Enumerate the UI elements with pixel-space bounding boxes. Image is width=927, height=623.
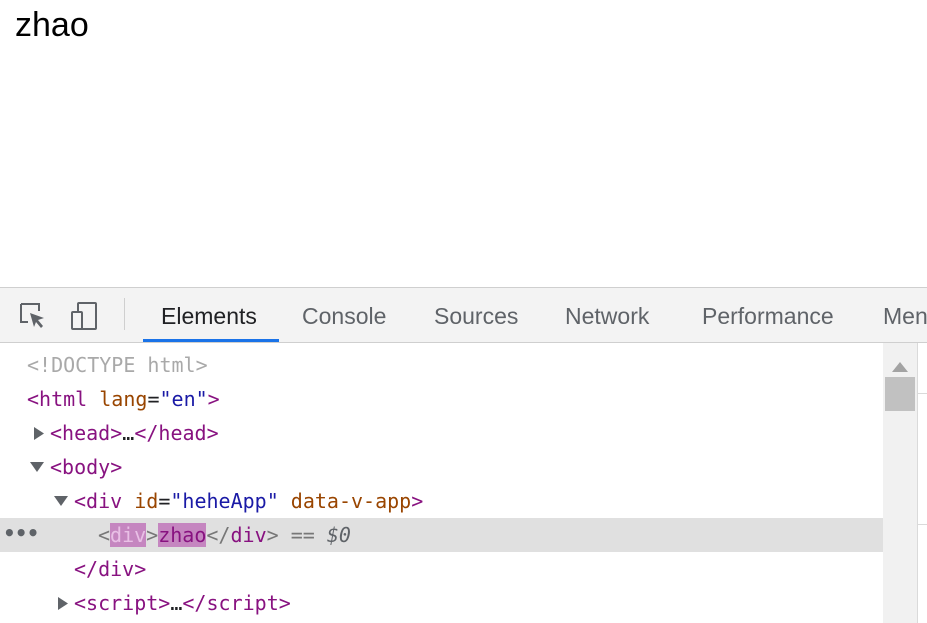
tab-network[interactable]: Network [565, 288, 649, 342]
scroll-up-arrow-icon[interactable] [892, 357, 908, 372]
tab-elements[interactable]: Elements [161, 288, 257, 342]
dom-node-selected[interactable]: ••• <div>zhao</div> == $0 [0, 518, 883, 552]
page-content-text: zhao [15, 6, 89, 44]
dom-node-head[interactable]: <head>…</head> [0, 416, 883, 450]
divider [918, 393, 927, 394]
collapsed-ellipsis: … [122, 421, 135, 445]
expand-triangle-icon[interactable] [33, 416, 47, 450]
attr-value: en [171, 387, 196, 411]
doctype-text: <!DOCTYPE html> [27, 353, 208, 377]
tag-name: html [39, 387, 88, 411]
expand-triangle-icon[interactable] [57, 586, 71, 620]
devtools-toolbar: Elements Console Sources Network Perform… [0, 288, 927, 343]
tab-sources[interactable]: Sources [434, 288, 518, 342]
tag-name: script [206, 591, 279, 615]
attr-name: lang [99, 387, 148, 411]
attr-name: data-v-app [290, 489, 412, 513]
tag-name: head [158, 421, 207, 445]
more-options-icon[interactable]: ••• [3, 518, 39, 552]
console-ref: $0 [326, 523, 351, 547]
node-text: zhao [158, 523, 207, 547]
dom-node-body[interactable]: <body> [0, 450, 883, 484]
attr-value: heheApp [182, 489, 267, 513]
scrollbar-thumb[interactable] [885, 377, 915, 411]
dom-node-html[interactable]: <html lang="en"> [0, 382, 883, 416]
dom-tree-scrollbar[interactable] [883, 343, 917, 623]
active-tab-indicator [143, 339, 279, 342]
tag-name: script [86, 591, 159, 615]
selection-marker: == [290, 523, 315, 547]
collapsed-ellipsis: … [170, 591, 183, 615]
tag-name: div [86, 489, 123, 513]
tab-performance[interactable]: Performance [702, 288, 834, 342]
tag-name: div [230, 523, 267, 547]
tag-name: head [62, 421, 111, 445]
dom-node-script[interactable]: <script>…</script> [0, 586, 883, 620]
attr-name: id [134, 489, 159, 513]
collapse-triangle-icon[interactable] [30, 450, 44, 484]
dom-node-div-app[interactable]: <div id="heheApp" data-v-app> [0, 484, 883, 518]
toolbar-divider [124, 298, 125, 330]
dom-tree: <!DOCTYPE html> <html lang="en"> <head>…… [0, 343, 883, 623]
dom-node-doctype[interactable]: <!DOCTYPE html> [0, 348, 883, 382]
tab-console[interactable]: Console [302, 288, 386, 342]
divider [918, 524, 927, 525]
collapse-triangle-icon[interactable] [54, 484, 68, 518]
device-toggle-icon[interactable] [69, 300, 101, 332]
inspect-element-icon[interactable] [17, 300, 49, 332]
devtools-panel: Elements Console Sources Network Perform… [0, 287, 927, 623]
dom-node-div-close[interactable]: </div> [0, 552, 883, 586]
styles-side-panel [917, 343, 927, 623]
tag-name: body [62, 455, 111, 479]
tab-memory[interactable]: Men [883, 288, 927, 342]
tag-name: div [110, 523, 147, 547]
tag-name: div [98, 557, 135, 581]
